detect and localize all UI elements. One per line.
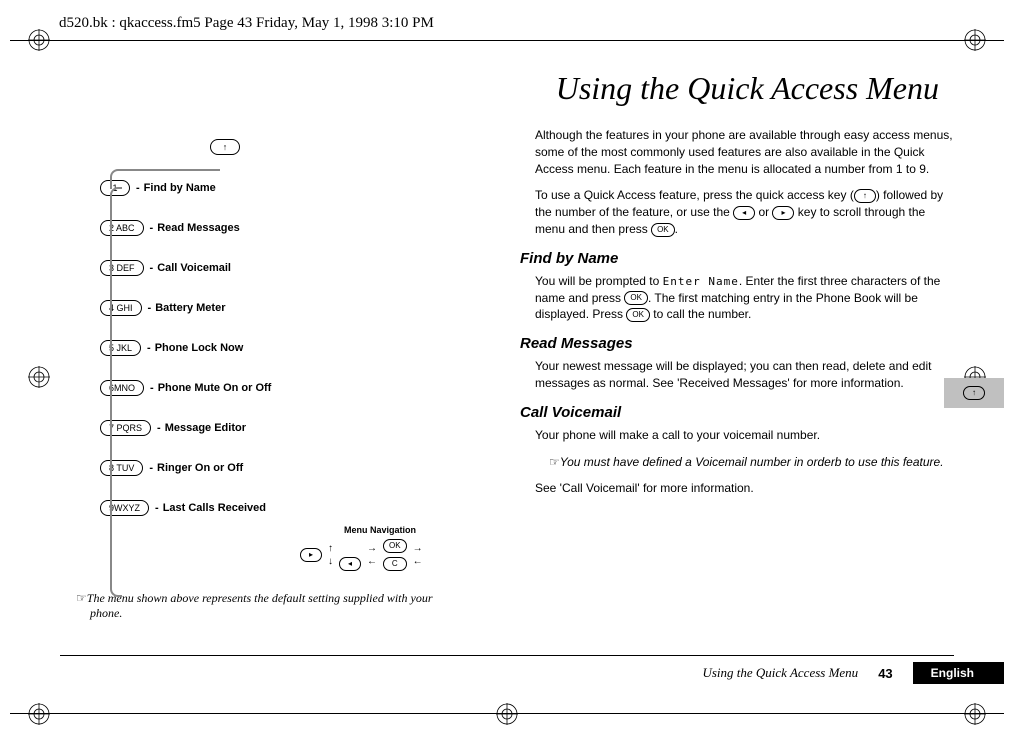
menu-item-9: 9WXYZ-Last Calls Received [100, 500, 460, 516]
regmark-mid-left [28, 366, 50, 388]
menu-item-label: Phone Mute On or Off [158, 382, 272, 394]
menu-item-3: 3 DEF-Call Voicemail [100, 260, 460, 276]
page-footer: Using the Quick Access Menu 43 English [60, 662, 1004, 684]
left-column: ↑ 1 -Find by Name2 ABC-Read Messages3 DE… [60, 127, 460, 621]
footer-section-title: Using the Quick Access Menu [702, 665, 858, 681]
up-key-inline: ↑ [854, 189, 876, 203]
footer-page-number: 43 [878, 666, 892, 681]
menu-item-label: Last Calls Received [163, 502, 266, 514]
menu-item-6: 6MNO-Phone Mute On or Off [100, 380, 460, 396]
right-column: Although the features in your phone are … [500, 127, 954, 621]
menu-item-label: Read Messages [157, 222, 240, 234]
hand-icon-2: ☞ [549, 455, 560, 469]
regmark-mid-bottom [496, 703, 518, 725]
regmark-bottom-left [28, 703, 50, 725]
menu-item-7: 7 PQRS-Message Editor [100, 420, 460, 436]
voicemail-note: ☞You must have defined a Voicemail numbe… [535, 454, 954, 471]
find-by-name-heading: Find by Name [520, 248, 954, 269]
intro-paragraph-1: Although the features in your phone are … [535, 127, 954, 177]
footer-language: English [913, 662, 1004, 684]
key-6: 6MNO [100, 380, 144, 396]
nav-ok-key: OK [383, 539, 407, 553]
menu-item-label: Call Voicemail [157, 262, 231, 274]
menu-item-label: Phone Lock Now [155, 342, 244, 354]
menu-item-2: 2 ABC-Read Messages [100, 220, 460, 236]
page-title: Using the Quick Access Menu [60, 70, 954, 107]
find-by-name-body: You will be prompted to Enter Name. Ente… [535, 273, 954, 323]
read-messages-heading: Read Messages [520, 333, 954, 354]
intro-paragraph-2: To use a Quick Access feature, press the… [535, 187, 954, 237]
nav-c-key: C [383, 557, 407, 571]
ok-key-inline-2: OK [624, 291, 648, 305]
key-7: 7 PQRS [100, 420, 151, 436]
header-file-path: d520.bk : qkaccess.fm5 Page 43 Friday, M… [59, 15, 434, 32]
regmark-bottom-right [964, 703, 986, 725]
menu-item-label: Message Editor [165, 422, 246, 434]
call-voicemail-body: Your phone will make a call to your voic… [535, 427, 954, 444]
read-messages-body: Your newest message will be displayed; y… [535, 358, 954, 392]
quick-access-menu-diagram: ↑ 1 -Find by Name2 ABC-Read Messages3 DE… [60, 127, 460, 571]
hand-icon: ☞ [76, 591, 87, 605]
menu-item-4: 4 GHI-Battery Meter [100, 300, 460, 316]
nav-right-key: ▸ [300, 548, 322, 562]
left-key-inline: ◂ [733, 206, 755, 220]
up-key-top: ↑ [210, 139, 240, 155]
nav-left-key: ◂ [339, 557, 361, 571]
footer-rule [60, 655, 954, 656]
call-voicemail-body-2: See 'Call Voicemail' for more informatio… [535, 480, 954, 497]
right-key-inline: ▸ [772, 206, 794, 220]
crop-line-top [10, 40, 1004, 41]
ok-key-inline: OK [651, 223, 675, 237]
menu-item-5: 5 JKL-Phone Lock Now [100, 340, 460, 356]
menu-item-label: Battery Meter [155, 302, 225, 314]
ok-key-inline-3: OK [626, 308, 650, 322]
call-voicemail-heading: Call Voicemail [520, 402, 954, 423]
menu-item-label: Ringer On or Off [157, 462, 243, 474]
crop-line-bottom [10, 713, 1004, 714]
side-tab: ↑ [944, 378, 1004, 408]
menu-navigation-diagram: Menu Navigation ▸ ↑↓ x ◂ →← OK C [300, 525, 460, 571]
menu-item-8: 8 TUV-Ringer On or Off [100, 460, 460, 476]
lcd-enter-name: Enter Name [663, 275, 739, 288]
side-tab-up-key: ↑ [963, 386, 985, 400]
nav-title: Menu Navigation [300, 525, 460, 535]
key-9: 9WXYZ [100, 500, 149, 516]
